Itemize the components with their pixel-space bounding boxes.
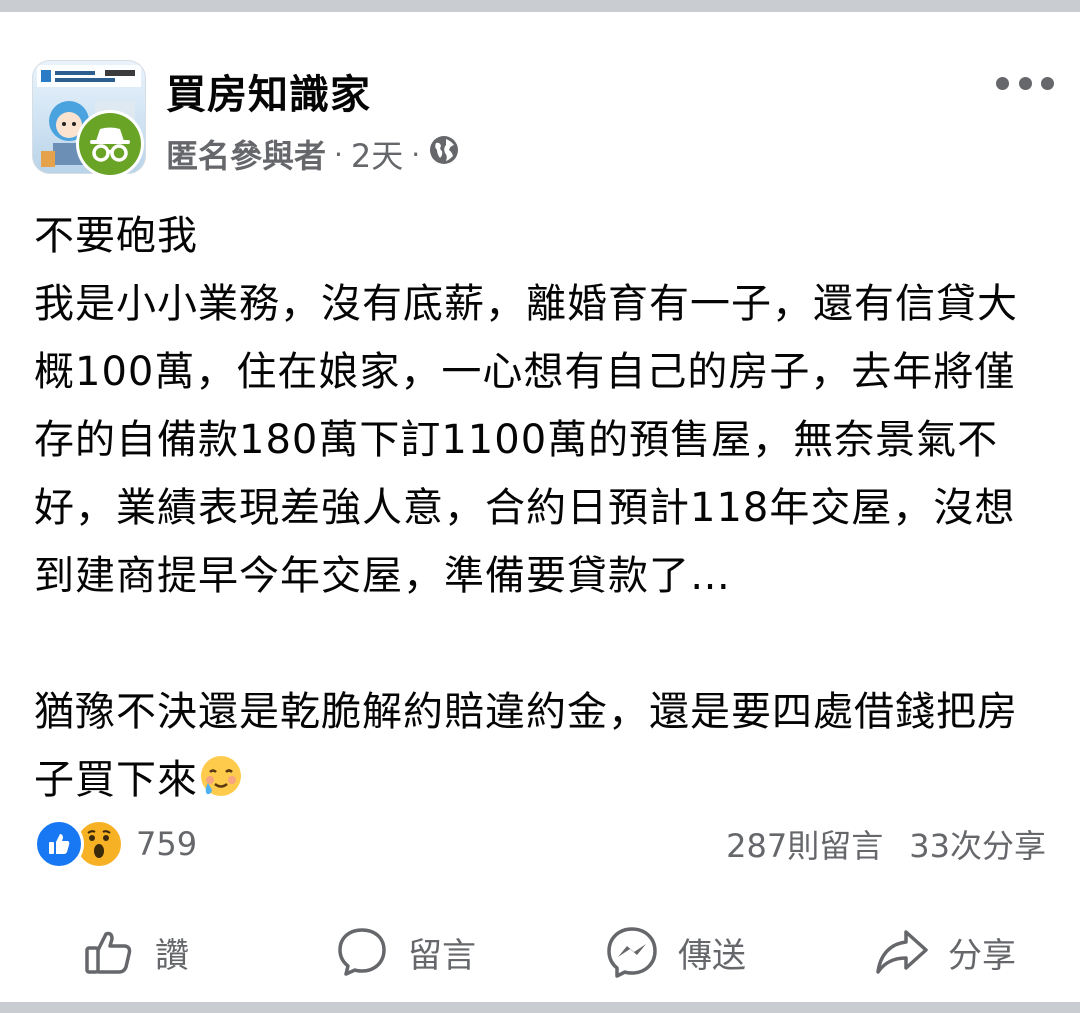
post-time[interactable]: 2天 <box>351 131 403 177</box>
comment-count[interactable]: 287則留言 <box>726 821 883 867</box>
post-paragraph-2: 我是小小業務，沒有底薪，離婚育有一子，還有信貸大概100萬，住在娘家，一心想有自… <box>34 281 1018 599</box>
reaction-summary[interactable]: 759 <box>34 818 197 870</box>
more-dot <box>1018 76 1032 90</box>
comment-bubble-icon <box>338 928 386 976</box>
post-paragraph-3: 猶豫不決還是乾脆解約賠違約金，還是要四處借錢把房子買下來 <box>34 689 1018 803</box>
post-card: 買房知識家 匿名參與者 · 2天 · 不要砲我 我是小小業務，沒有底薪，離婚育有… <box>0 12 1080 1002</box>
group-avatar-stack[interactable] <box>32 60 148 178</box>
globe-icon <box>428 134 460 174</box>
send-label: 傳送 <box>678 935 746 976</box>
share-arrow-icon <box>876 930 928 974</box>
comment-label: 留言 <box>408 935 476 976</box>
post-paragraph-1: 不要砲我 <box>34 213 198 259</box>
like-button[interactable]: 讚 <box>0 912 270 992</box>
send-button[interactable]: 傳送 <box>540 912 810 992</box>
share-count[interactable]: 33次分享 <box>909 821 1046 867</box>
incognito-icon <box>79 113 141 175</box>
share-label: 分享 <box>948 935 1016 976</box>
meta-separator: · <box>334 137 343 171</box>
comment-button[interactable]: 留言 <box>270 912 540 992</box>
group-name[interactable]: 買房知識家 <box>166 62 371 120</box>
action-bar: 讚 留言 傳送 分享 <box>0 912 1080 992</box>
more-options-icon[interactable] <box>996 68 1054 98</box>
messenger-icon <box>607 927 657 978</box>
thumbs-up-icon <box>85 931 132 974</box>
feed-divider <box>0 1002 1080 1013</box>
anonymous-user-avatar[interactable] <box>76 110 144 178</box>
like-reaction-icon <box>34 819 84 869</box>
reaction-count: 759 <box>136 825 198 863</box>
author-name[interactable]: 匿名參與者 <box>166 131 326 177</box>
post-meta: 匿名參與者 · 2天 · <box>166 132 460 176</box>
share-button[interactable]: 分享 <box>810 912 1080 992</box>
post-text: 不要砲我 我是小小業務，沒有底薪，離婚育有一子，還有信貸大概100萬，住在娘家，… <box>34 202 1049 814</box>
sad-tear-emoji-icon <box>201 756 241 796</box>
engagement-stats: 287則留言 33次分享 <box>726 818 1046 870</box>
like-label: 讚 <box>155 935 189 976</box>
more-dot <box>1041 76 1054 90</box>
meta-separator: · <box>411 137 421 171</box>
more-dot <box>996 76 1009 90</box>
